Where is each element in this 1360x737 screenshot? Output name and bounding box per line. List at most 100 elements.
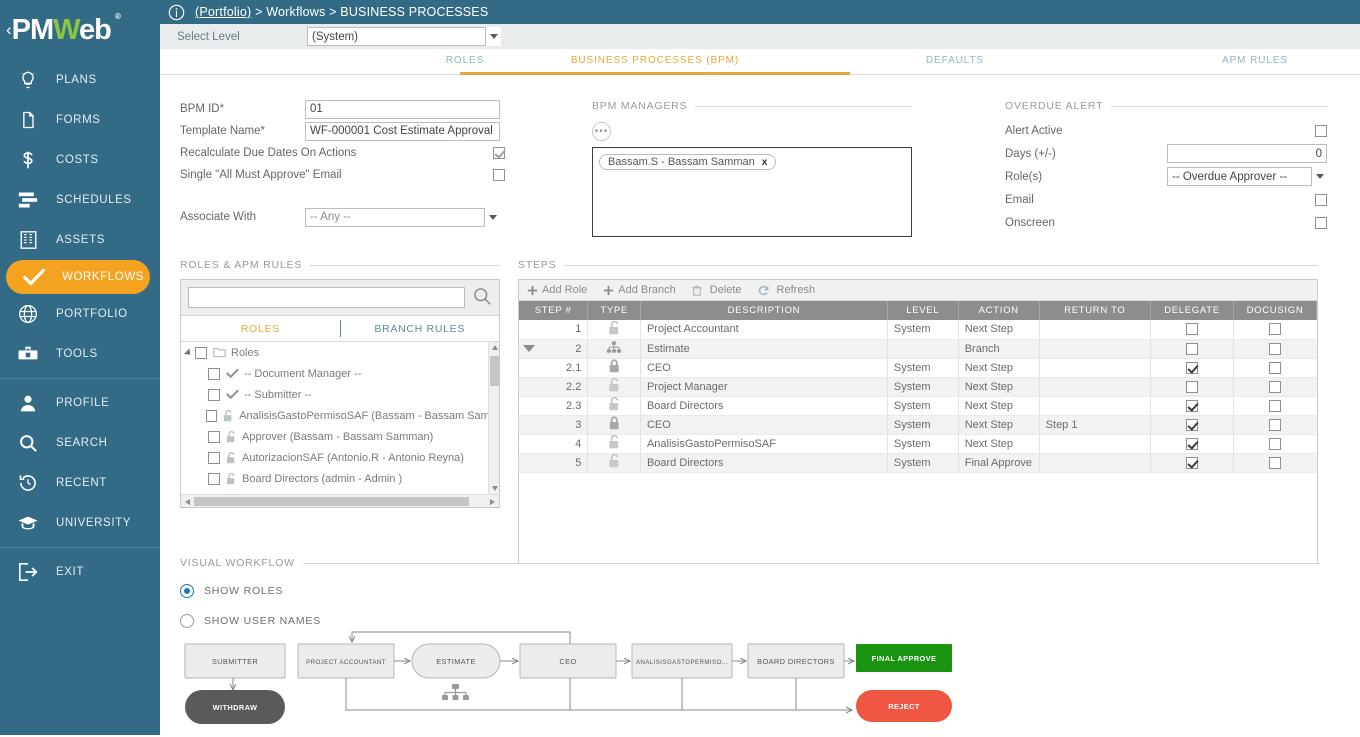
delegate-checkbox[interactable] — [1185, 456, 1198, 469]
sidebar-item-portfolio[interactable]: PORTFOLIO — [0, 294, 160, 334]
sidebar-item-assets[interactable]: ASSETS — [0, 220, 160, 260]
table-row[interactable]: 2.2 Project Manager System Next Step — [519, 377, 1317, 397]
tree-row-root[interactable]: Roles — [181, 342, 499, 363]
scroll-thumb[interactable] — [194, 497, 469, 506]
expander-caret-icon[interactable] — [183, 347, 194, 358]
tree-checkbox[interactable] — [208, 472, 220, 485]
bpm-managers-list[interactable]: Bassam.S - Bassam Samman x — [592, 147, 912, 237]
table-row[interactable]: 2.1 CEO System Next Step — [519, 358, 1317, 378]
tree-checkbox[interactable] — [208, 367, 220, 380]
docusign-checkbox[interactable] — [1269, 380, 1282, 393]
tree-row[interactable]: AutorizacionSAF (Antonio.R - Antonio Rey… — [181, 447, 499, 468]
table-row[interactable]: 1 Project Accountant System Next Step — [519, 320, 1317, 340]
tab-business-processes[interactable]: BUSINESS PROCESSES (BPM) — [460, 49, 850, 75]
sidebar-item-search[interactable]: SEARCH — [0, 423, 160, 463]
table-row[interactable]: 3 CEO System Next Step Step 1 — [519, 415, 1317, 435]
workflow-node-estimate[interactable]: ESTIMATE — [411, 643, 501, 679]
docusign-checkbox[interactable] — [1269, 361, 1282, 374]
single-email-checkbox[interactable] — [493, 169, 505, 181]
table-row[interactable]: 5 Board Directors System Final Approve — [519, 453, 1317, 473]
roles-tree[interactable]: Roles -- Document Manager -- -- Submitte… — [181, 342, 499, 494]
sidebar-item-recent[interactable]: RECENT — [0, 463, 160, 503]
chevron-down-icon[interactable] — [1311, 167, 1327, 186]
delegate-checkbox[interactable] — [1185, 418, 1198, 431]
bpm-id-input[interactable] — [305, 99, 500, 119]
overdue-roles-input[interactable] — [1167, 167, 1327, 186]
tab-apm-rules[interactable]: APM RULES — [1095, 49, 1360, 75]
table-row[interactable]: 4 AnalisisGastoPermisoSAF System Next Step — [519, 434, 1317, 454]
table-row[interactable]: 2.3 Board Directors System Next Step — [519, 396, 1317, 416]
close-icon[interactable]: x — [762, 157, 768, 168]
select-level-input[interactable] — [307, 27, 501, 46]
select-level-dropdown[interactable] — [307, 27, 501, 46]
template-name-input[interactable] — [305, 121, 500, 141]
docusign-checkbox[interactable] — [1269, 342, 1282, 355]
scroll-right-arrow-icon[interactable] — [490, 499, 495, 505]
sidebar-item-exit[interactable]: EXIT — [0, 552, 160, 592]
scroll-left-arrow-icon[interactable] — [185, 499, 190, 505]
workflow-node-final[interactable]: FINAL APPROVE — [856, 644, 952, 672]
email-checkbox[interactable] — [1315, 193, 1327, 206]
info-icon[interactable] — [168, 4, 185, 21]
workflow-node-projacct[interactable]: PROJECT ACCOUNTANT — [297, 643, 395, 679]
sidebar-item-workflows[interactable]: WORKFLOWS — [6, 260, 150, 294]
search-input[interactable] — [188, 287, 465, 308]
add-role-button[interactable]: Add Role — [527, 284, 587, 296]
app-logo[interactable]: ‹ PMWeb ® — [0, 0, 160, 60]
scroll-down-arrow-icon[interactable] — [491, 486, 498, 491]
workflow-node-submitter[interactable]: SUBMITTER — [184, 643, 286, 679]
tree-checkbox[interactable] — [208, 430, 220, 443]
docusign-checkbox[interactable] — [1269, 437, 1282, 450]
table-row[interactable]: 2 Estimate Branch — [519, 339, 1317, 359]
scroll-up-arrow-icon[interactable] — [491, 345, 498, 350]
tree-row[interactable]: Approver (Bassam - Bassam Samman) — [181, 426, 499, 447]
chevron-down-icon[interactable] — [485, 27, 501, 46]
subtab-branch-rules[interactable]: BRANCH RULES — [341, 316, 500, 341]
delegate-checkbox[interactable] — [1185, 380, 1198, 393]
workflow-node-board[interactable]: BOARD DIRECTORS — [747, 643, 845, 679]
tab-defaults[interactable]: DEFAULTS — [795, 49, 1115, 75]
tree-checkbox[interactable] — [208, 388, 220, 401]
sidebar-item-university[interactable]: UNIVERSITY — [0, 503, 160, 543]
tree-checkbox[interactable] — [206, 409, 218, 422]
docusign-checkbox[interactable] — [1269, 418, 1282, 431]
show-roles-option[interactable]: SHOW ROLES — [180, 580, 1320, 601]
search-icon[interactable] — [472, 286, 492, 309]
roles-vertical-scrollbar[interactable] — [488, 342, 499, 494]
alert-active-checkbox[interactable] — [1315, 124, 1327, 137]
sidebar-item-costs[interactable]: COSTS — [0, 140, 160, 180]
workflow-node-withdraw[interactable]: WITHDRAW — [185, 690, 285, 724]
workflow-node-reject[interactable]: REJECT — [856, 690, 952, 722]
associate-with-dropdown[interactable] — [305, 207, 500, 227]
add-branch-button[interactable]: Add Branch — [603, 284, 676, 296]
tree-row[interactable]: Board Directors (admin - Admin ) — [181, 468, 499, 489]
delegate-checkbox[interactable] — [1185, 342, 1198, 355]
subtab-roles[interactable]: ROLES — [181, 316, 340, 341]
workflow-node-analisis[interactable]: ANALISISGASTOPERMISO... — [631, 643, 733, 679]
scroll-thumb[interactable] — [490, 356, 499, 386]
expander-icon[interactable] — [523, 344, 535, 352]
roles-horizontal-scrollbar[interactable] — [181, 494, 499, 507]
chevron-down-icon[interactable] — [484, 207, 500, 227]
overdue-roles-dropdown[interactable] — [1167, 167, 1327, 186]
tree-row[interactable]: AnalisisGastoPermisoSAF (Bassam - Bassam… — [181, 405, 499, 426]
delegate-checkbox[interactable] — [1185, 323, 1198, 336]
delegate-checkbox[interactable] — [1185, 361, 1198, 374]
sidebar-item-profile[interactable]: PROFILE — [0, 383, 160, 423]
associate-with-input[interactable] — [305, 207, 500, 227]
workflow-node-ceo[interactable]: CEO — [519, 643, 617, 679]
docusign-checkbox[interactable] — [1269, 323, 1282, 336]
sidebar-item-schedules[interactable]: SCHEDULES — [0, 180, 160, 220]
manager-chip[interactable]: Bassam.S - Bassam Samman x — [599, 154, 777, 170]
recalculate-checkbox[interactable] — [493, 147, 505, 159]
onscreen-checkbox[interactable] — [1315, 216, 1327, 229]
delegate-checkbox[interactable] — [1185, 437, 1198, 450]
tree-row[interactable]: -- Submitter -- — [181, 384, 499, 405]
delegate-checkbox[interactable] — [1185, 399, 1198, 412]
docusign-checkbox[interactable] — [1269, 399, 1282, 412]
delete-button[interactable]: Delete — [692, 284, 742, 296]
sidebar-item-forms[interactable]: FORMS — [0, 100, 160, 140]
tree-checkbox[interactable] — [208, 451, 220, 464]
bpm-managers-picker-button[interactable]: ••• — [592, 122, 611, 141]
tree-checkbox[interactable] — [195, 346, 207, 359]
